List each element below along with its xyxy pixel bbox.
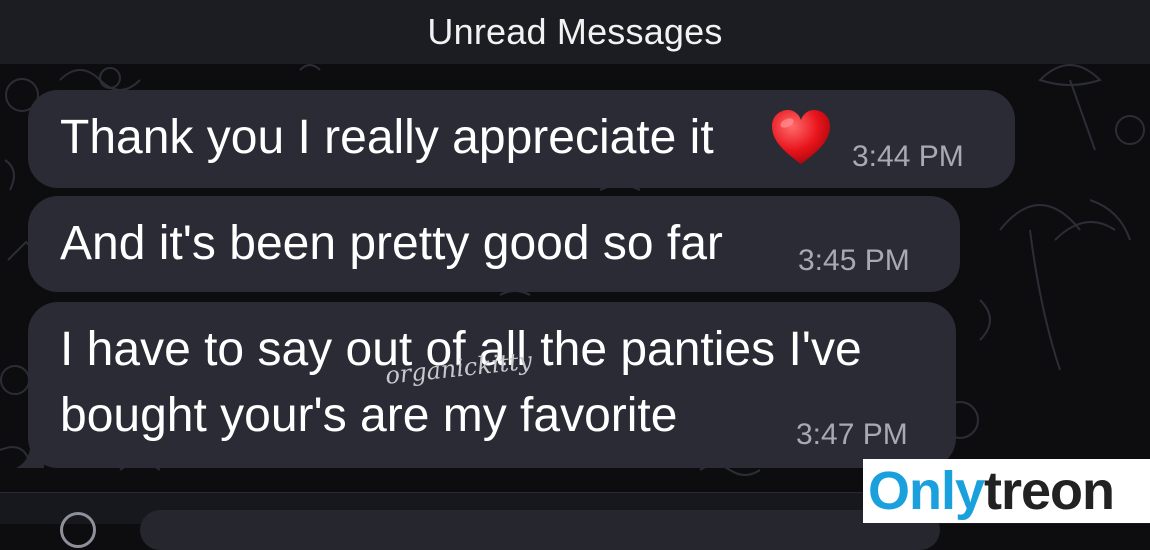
- message-bubble[interactable]: I have to say out of all the panties I'v…: [28, 302, 956, 468]
- message-text: And it's been pretty good so far: [60, 217, 723, 270]
- message-time: 3:47 PM: [796, 418, 908, 451]
- attachment-icon[interactable]: [60, 512, 96, 548]
- message-text: Thank you I really appreciate it: [60, 111, 714, 164]
- message-input-field[interactable]: [140, 510, 940, 550]
- site-logo: Only treon: [863, 459, 1150, 523]
- bubble-tail: [16, 440, 44, 468]
- logo-part-treon: treon: [984, 461, 1115, 521]
- message-time: 3:45 PM: [798, 244, 910, 277]
- message-time: 3:44 PM: [852, 140, 964, 173]
- message-text-line-2: bought your's are my favorite: [60, 389, 678, 442]
- logo-part-only: Only: [868, 461, 985, 521]
- unread-messages-banner: Unread Messages: [0, 0, 1150, 64]
- heart-emoji-icon: [772, 110, 830, 164]
- banner-title: Unread Messages: [427, 11, 723, 52]
- message-bubble[interactable]: And it's been pretty good so far 3:45 PM: [28, 196, 960, 292]
- message-bubble[interactable]: Thank you I really appreciate it 3:44 PM: [28, 90, 1015, 188]
